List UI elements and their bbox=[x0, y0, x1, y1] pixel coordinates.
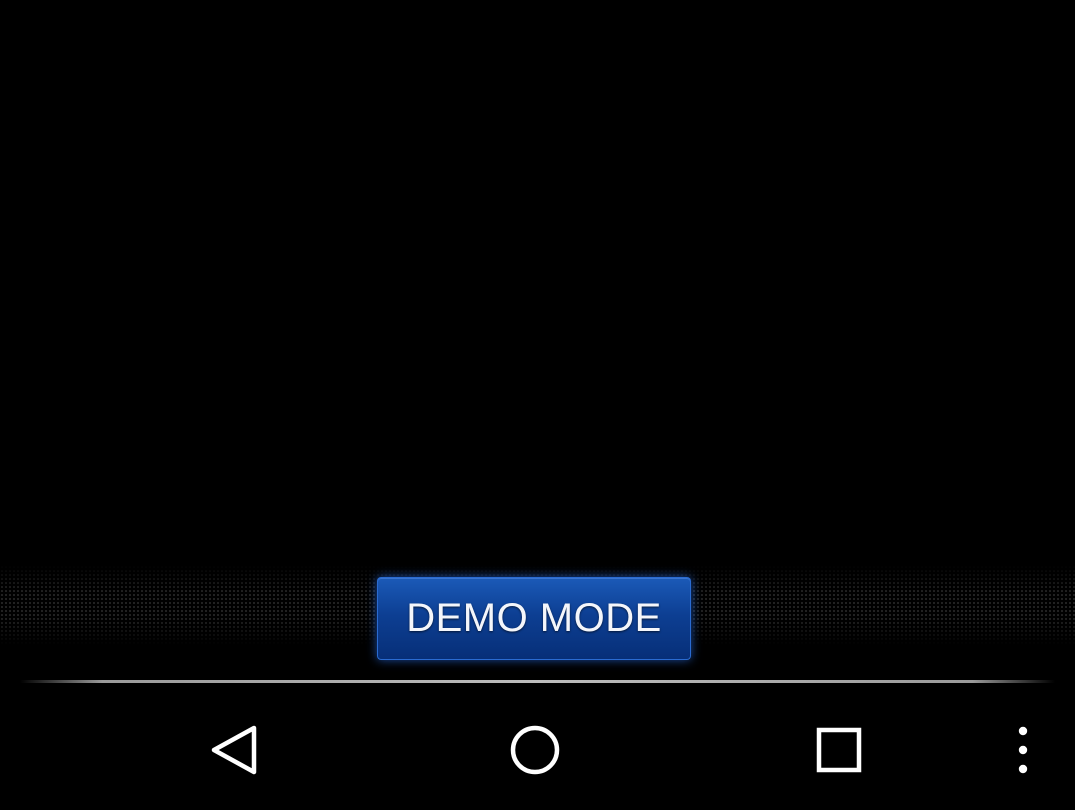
overflow-menu-button[interactable] bbox=[995, 690, 1050, 810]
recents-button[interactable] bbox=[784, 690, 894, 810]
recents-icon bbox=[816, 727, 862, 773]
home-button[interactable] bbox=[480, 690, 590, 810]
divider-line bbox=[20, 680, 1055, 683]
back-icon bbox=[211, 725, 257, 775]
demo-mode-button[interactable]: DEMO MODE bbox=[377, 577, 691, 660]
back-button[interactable] bbox=[180, 690, 290, 810]
navigation-bar bbox=[0, 690, 1075, 810]
demo-mode-label: DEMO MODE bbox=[406, 596, 662, 640]
overflow-menu-icon bbox=[1018, 726, 1027, 774]
home-icon bbox=[510, 725, 560, 775]
content-area bbox=[0, 0, 1075, 560]
